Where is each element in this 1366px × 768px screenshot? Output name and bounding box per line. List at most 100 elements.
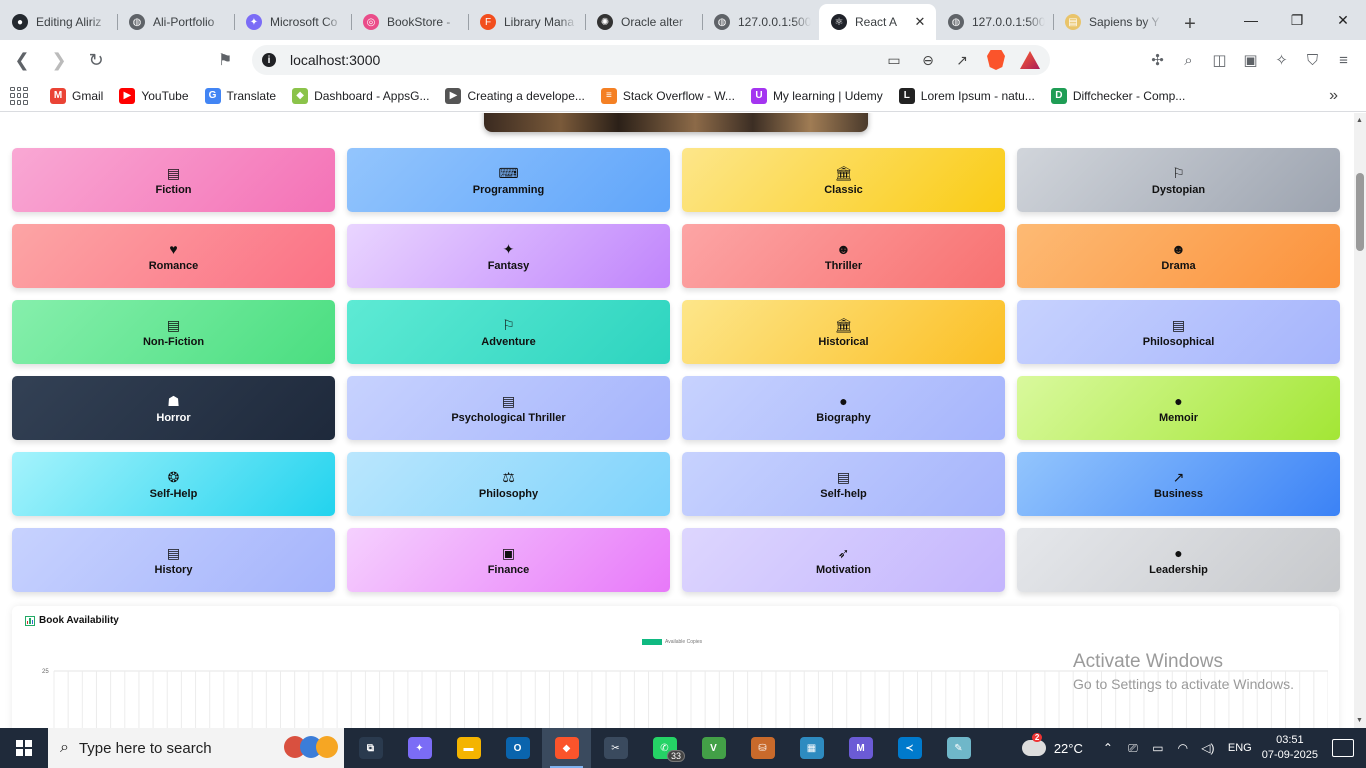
bookmark-item[interactable]: ▶ YouTube: [119, 87, 189, 104]
genre-label: Romance: [148, 259, 199, 272]
battery-icon[interactable]: ▭: [1147, 741, 1169, 755]
zoom-icon[interactable]: ⊖: [916, 49, 940, 71]
genre-card[interactable]: ▣ Finance: [347, 528, 670, 592]
taskbar-app-vim[interactable]: V: [689, 728, 738, 768]
taskbar-app-sql-developer[interactable]: ⛁: [738, 728, 787, 768]
language-indicator[interactable]: ENG: [1228, 742, 1252, 754]
browser-tab[interactable]: ⚛ React A ✕: [819, 4, 936, 40]
bookmark-item[interactable]: L Lorem Ipsum - natu...: [898, 87, 1035, 104]
taskbar-app-snipping-tool[interactable]: ✂: [591, 728, 640, 768]
money-bill-icon: ▣: [501, 544, 516, 561]
genre-card[interactable]: ● Leadership: [1017, 528, 1340, 592]
genre-card[interactable]: ↗ Business: [1017, 452, 1340, 516]
back-button[interactable]: ❮: [7, 45, 37, 75]
genre-card[interactable]: ⌨ Programming: [347, 148, 670, 212]
genre-card[interactable]: ☻ Thriller: [682, 224, 1005, 288]
sidebar-toggle-icon[interactable]: ◫: [1207, 48, 1232, 72]
bookmark-item[interactable]: ◆ Dashboard - AppsG...: [292, 87, 429, 104]
genre-card[interactable]: ❂ Self-Help: [12, 452, 335, 516]
genre-card[interactable]: ☻ Drama: [1017, 224, 1340, 288]
close-tab-icon[interactable]: ✕: [912, 14, 928, 30]
browser-tab[interactable]: ◍ 127.0.0.1:500: [936, 6, 1053, 38]
genre-card[interactable]: ▤ Non-Fiction: [12, 300, 335, 364]
extensions-icon[interactable]: ✣: [1145, 48, 1170, 72]
address-bar[interactable]: i localhost:3000 ▭ ⊖ ↗: [252, 45, 1050, 75]
genre-card[interactable]: ▤ Psychological Thriller: [347, 376, 670, 440]
scroll-down-arrow-icon[interactable]: ▼: [1356, 717, 1363, 724]
genre-card[interactable]: ♥ Romance: [12, 224, 335, 288]
genre-card[interactable]: ▤ Philosophical: [1017, 300, 1340, 364]
bookmark-item[interactable]: D Diffchecker - Comp...: [1050, 87, 1185, 104]
chevron-up-icon[interactable]: ⌃: [1097, 741, 1119, 755]
genre-card[interactable]: ● Memoir: [1017, 376, 1340, 440]
tab-search-icon[interactable]: ⌕: [1176, 48, 1201, 72]
brave-shields-icon[interactable]: [984, 49, 1008, 71]
genre-card[interactable]: ▤ Fiction: [12, 148, 335, 212]
taskbar-app-notepad[interactable]: ✎: [934, 728, 983, 768]
taskbar-app-outlook[interactable]: O: [493, 728, 542, 768]
bookmark-item[interactable]: M Gmail: [50, 87, 103, 104]
genre-card[interactable]: ➶ Motivation: [682, 528, 1005, 592]
scroll-up-arrow-icon[interactable]: ▲: [1356, 117, 1363, 124]
bookmark-item[interactable]: ≡ Stack Overflow - W...: [600, 87, 735, 104]
close-window-button[interactable]: ✕: [1320, 0, 1366, 40]
taskbar-app-control-panel[interactable]: ▦: [787, 728, 836, 768]
site-info-icon[interactable]: i: [262, 53, 276, 67]
genre-card[interactable]: ⚖ Philosophy: [347, 452, 670, 516]
apps-grid-icon[interactable]: [10, 86, 28, 105]
maximize-button[interactable]: ❐: [1274, 0, 1320, 40]
notification-center-icon[interactable]: [1332, 739, 1354, 757]
genre-card[interactable]: ▤ History: [12, 528, 335, 592]
genre-card[interactable]: ✦ Fantasy: [347, 224, 670, 288]
scrollbar-thumb[interactable]: [1356, 173, 1364, 251]
taskbar-search[interactable]: ⌕ Type here to search: [48, 728, 344, 768]
taskbar-app-file-explorer[interactable]: ▬: [444, 728, 493, 768]
bookmark-page-icon[interactable]: ⚑: [218, 50, 232, 70]
bookmarks-more-button[interactable]: »: [1329, 87, 1338, 105]
genre-card[interactable]: ☗ Horror: [12, 376, 335, 440]
wallet-icon[interactable]: ▣: [1238, 48, 1263, 72]
browser-tab[interactable]: ◍ Ali-Portfolio: [117, 6, 234, 38]
taskbar-app-vscode[interactable]: ≺: [885, 728, 934, 768]
browser-tab[interactable]: ● Editing Aliriz: [0, 6, 117, 38]
bookmark-item[interactable]: ▶ Creating a develope...: [445, 87, 585, 104]
forward-button[interactable]: ❯: [44, 45, 74, 75]
start-button[interactable]: [0, 728, 48, 768]
genre-card[interactable]: ● Biography: [682, 376, 1005, 440]
menu-icon[interactable]: ≡: [1331, 48, 1356, 72]
meet-now-icon[interactable]: ⎚: [1122, 741, 1144, 756]
new-tab-button[interactable]: +: [1174, 8, 1206, 40]
genre-card[interactable]: ⚐ Dystopian: [1017, 148, 1340, 212]
taskbar-app-task-view[interactable]: ⧉: [346, 728, 395, 768]
cast-icon[interactable]: ▭: [882, 49, 906, 71]
taskbar-app-brave[interactable]: ◆: [542, 728, 591, 768]
minimize-button[interactable]: —: [1228, 0, 1274, 40]
browser-tab[interactable]: ▤ Sapiens by Y: [1053, 6, 1170, 38]
brave-rewards-icon[interactable]: [1018, 49, 1042, 71]
clock[interactable]: 03:51 07-09-2025: [1262, 733, 1318, 763]
page-scrollbar[interactable]: ▲ ▼: [1354, 113, 1366, 728]
genre-card[interactable]: 🏛 Historical: [682, 300, 1005, 364]
reload-button[interactable]: ↻: [81, 45, 111, 75]
bookmark-item[interactable]: U My learning | Udemy: [750, 87, 883, 104]
share-icon[interactable]: ↗: [950, 49, 974, 71]
genre-card[interactable]: 🏛 Classic: [682, 148, 1005, 212]
volume-icon[interactable]: ◁): [1197, 741, 1219, 755]
taskbar-app-whatsapp[interactable]: ✆ 33: [640, 728, 689, 768]
taskbar-app-m365[interactable]: M: [836, 728, 885, 768]
network-icon[interactable]: ◠: [1172, 741, 1194, 755]
vpn-icon[interactable]: ⛉: [1300, 48, 1325, 72]
bookmark-item[interactable]: G Translate: [204, 87, 276, 104]
leo-ai-icon[interactable]: ✧: [1269, 48, 1294, 72]
browser-tab[interactable]: ◎ BookStore -: [351, 6, 468, 38]
browser-tab[interactable]: ◍ 127.0.0.1:500: [702, 6, 819, 38]
chart-legend[interactable]: Available Copies: [642, 639, 702, 645]
weather-widget[interactable]: 2 22°C: [1021, 733, 1083, 756]
genre-card[interactable]: ▤ Self-help: [682, 452, 1005, 516]
genre-card[interactable]: ⚐ Adventure: [347, 300, 670, 364]
browser-tab[interactable]: ✺ Oracle alter: [585, 6, 702, 38]
taskbar-app-copilot[interactable]: ✦: [395, 728, 444, 768]
browser-tab[interactable]: F Library Mana: [468, 6, 585, 38]
browser-tab[interactable]: ✦ Microsoft Co: [234, 6, 351, 38]
theater-masks-icon: ☻: [836, 240, 851, 257]
